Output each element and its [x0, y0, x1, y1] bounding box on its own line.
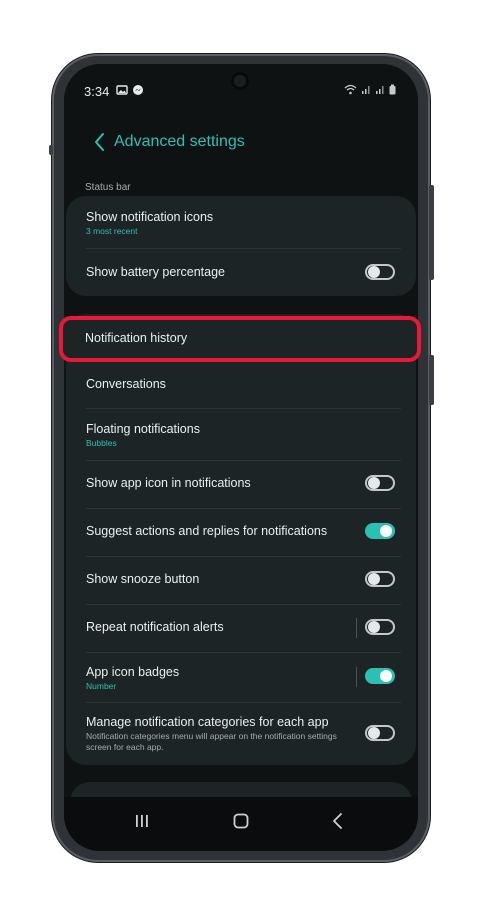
messenger-icon: [133, 85, 143, 95]
setting-sublabel: Bubbles: [86, 438, 117, 448]
snooze-button-toggle[interactable]: [365, 571, 395, 587]
manage-categories-toggle[interactable]: [365, 725, 395, 741]
setting-show-snooze-button[interactable]: Show snooze button: [66, 556, 416, 604]
signal-icon: [376, 86, 384, 94]
signal-icon: [362, 86, 370, 94]
setting-label: Suggest actions and replies for notifica…: [86, 524, 328, 538]
vertical-separator: [356, 667, 357, 687]
setting-label: Show app icon in notifications: [86, 476, 251, 490]
page-title: Advanced settings: [114, 133, 245, 150]
gallery-icon: [116, 85, 128, 95]
side-notch: [49, 145, 53, 155]
setting-suggest-actions[interactable]: Suggest actions and replies for notifica…: [66, 508, 416, 556]
status-bar-card: Show notification icons 3 most recent Sh…: [66, 196, 416, 296]
navigation-bar: [64, 797, 418, 851]
repeat-alerts-toggle[interactable]: [365, 619, 395, 635]
status-right-icons: [344, 84, 396, 95]
setting-manage-notification-categories[interactable]: Manage notification categories for each …: [66, 702, 416, 765]
setting-repeat-notification-alerts[interactable]: Repeat notification alerts: [66, 604, 416, 652]
setting-conversations[interactable]: Conversations: [66, 362, 416, 408]
setting-show-notification-icons[interactable]: Show notification icons 3 most recent: [66, 196, 416, 248]
setting-description: Notification categories menu will appear…: [86, 731, 337, 752]
setting-app-icon-badges[interactable]: App icon badges Number: [66, 652, 416, 702]
front-camera: [231, 72, 249, 90]
battery-icon: [389, 84, 396, 95]
recents-icon[interactable]: [134, 813, 150, 829]
status-left-icons: [116, 84, 144, 96]
setting-label: Repeat notification alerts: [86, 620, 224, 634]
screen: 3:34 Advanced settings Status bar Show n…: [64, 64, 418, 851]
status-time: 3:34: [84, 84, 110, 99]
setting-label: Conversations: [86, 377, 166, 391]
suggest-actions-toggle[interactable]: [365, 523, 395, 539]
setting-label: Floating notifications: [86, 422, 200, 436]
show-app-icon-toggle[interactable]: [365, 475, 395, 491]
home-icon[interactable]: [232, 812, 250, 830]
volume-button: [429, 185, 434, 280]
section-label-status-bar: Status bar: [85, 182, 131, 193]
vertical-separator: [356, 618, 357, 638]
setting-label: Show battery percentage: [86, 265, 225, 279]
back-icon[interactable]: [330, 812, 346, 830]
setting-label: Show snooze button: [86, 572, 200, 586]
setting-label: Notification history: [85, 331, 188, 345]
setting-sublabel: 3 most recent: [86, 226, 138, 236]
setting-label: Manage notification categories for each …: [86, 715, 329, 729]
setting-show-battery-percentage[interactable]: Show battery percentage: [66, 248, 416, 296]
setting-label: Show notification icons: [86, 210, 214, 224]
app-icon-badges-toggle[interactable]: [365, 668, 395, 684]
battery-percentage-toggle[interactable]: [365, 264, 395, 280]
wifi-icon: [344, 84, 357, 95]
power-button: [429, 355, 434, 405]
setting-floating-notifications[interactable]: Floating notifications Bubbles: [66, 408, 416, 460]
notifications-card: Conversations Floating notifications Bub…: [66, 314, 416, 765]
setting-show-app-icon[interactable]: Show app icon in notifications: [66, 460, 416, 508]
notification-history-row[interactable]: Notification history: [59, 316, 421, 362]
setting-label: App icon badges: [86, 665, 180, 679]
setting-sublabel: Number: [86, 681, 117, 691]
back-chevron-icon[interactable]: [88, 130, 112, 154]
